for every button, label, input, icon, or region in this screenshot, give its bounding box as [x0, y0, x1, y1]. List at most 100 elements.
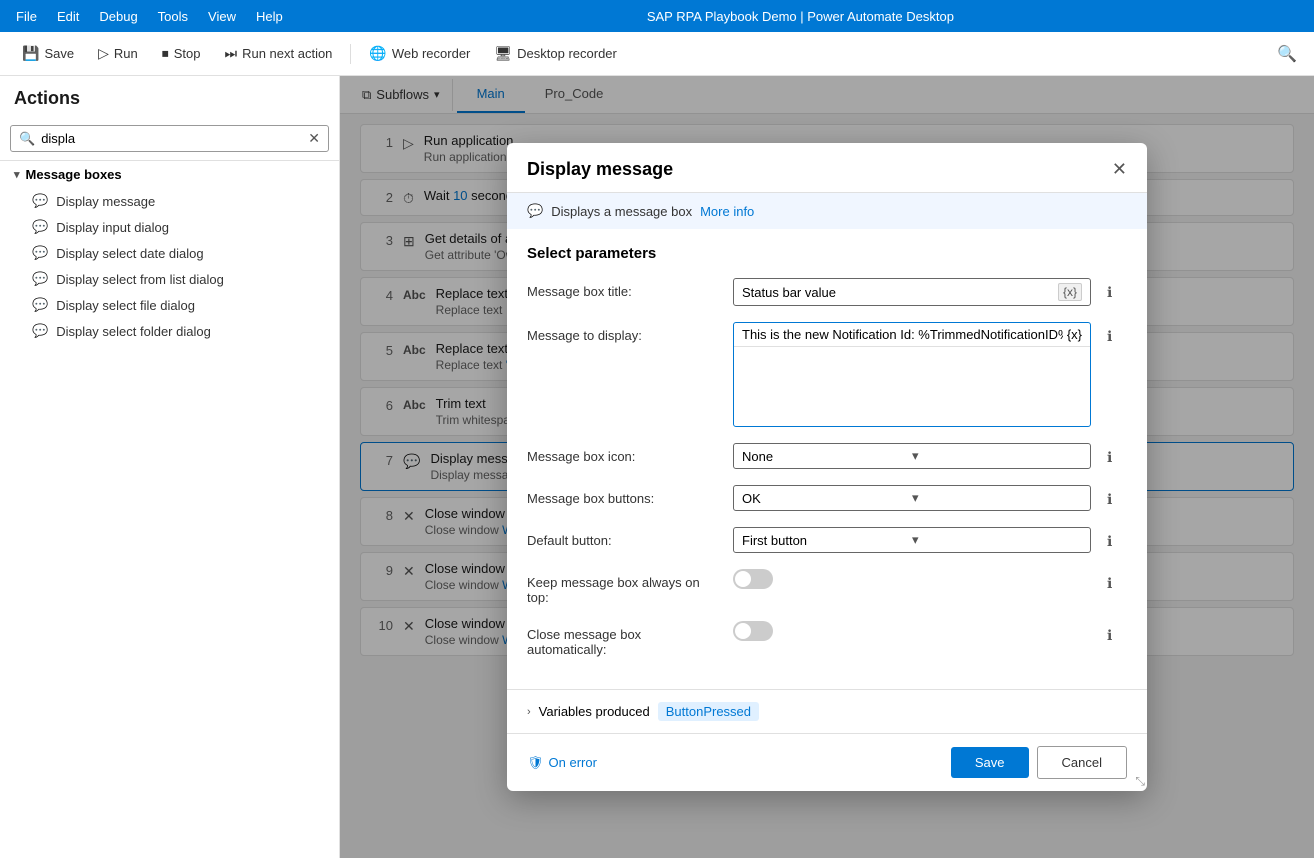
message-box-buttons-select[interactable]: OK ▾ — [733, 485, 1091, 511]
category-header-message-boxes[interactable]: ▾ Message boxes — [0, 161, 339, 188]
desktop-recorder-button[interactable]: 🖥 Desktop recorder — [484, 40, 627, 67]
run-next-button[interactable]: ⏭ Run next action — [214, 40, 342, 67]
chevron-right-icon: › — [527, 706, 531, 718]
info-icon-buttons[interactable]: ℹ — [1107, 485, 1127, 508]
modal-info-bar: 💬 Displays a message box More info — [507, 193, 1147, 229]
close-automatically-control — [733, 621, 1091, 644]
menu-item-tools[interactable]: Tools — [150, 5, 196, 28]
search-prefix-icon: 🔍 — [19, 131, 35, 147]
on-error-button[interactable]: 🛡 On error — [527, 755, 597, 771]
stop-button[interactable]: ⏹ Stop — [152, 40, 211, 67]
action-item-display-input-dialog[interactable]: 💬 Display input dialog — [0, 214, 339, 240]
sidebar: Actions 🔍 ✕ ▾ Message boxes 💬 Display me… — [0, 76, 340, 858]
modal-footer: 🛡 On error Save Cancel — [507, 733, 1147, 791]
search-input-wrap: 🔍 ✕ — [10, 125, 329, 152]
message-textarea-wrap: {x} — [733, 322, 1091, 427]
list-icon: 💬 — [32, 271, 48, 287]
message-box-icon-label: Message box icon: — [527, 443, 717, 464]
save-icon: 💾 — [22, 45, 39, 62]
action-item-display-message[interactable]: 💬 Display message — [0, 188, 339, 214]
run-next-icon: ⏭ — [224, 45, 237, 62]
action-label: Display select from list dialog — [56, 272, 224, 287]
action-item-display-select-file[interactable]: 💬 Display select file dialog — [0, 292, 339, 318]
folder-icon: 💬 — [32, 323, 48, 339]
variables-label: Variables produced — [539, 704, 650, 719]
default-button-value: First button — [742, 533, 912, 548]
run-icon: ▷ — [98, 45, 109, 62]
variable-button-title[interactable]: {x} — [1058, 283, 1082, 301]
param-row-default-btn: Default button: First button ▾ ℹ — [527, 527, 1127, 553]
chevron-down-icon: ▾ — [14, 168, 20, 181]
run-button[interactable]: ▷ Run — [88, 40, 148, 67]
message-box-icon-control: None ▾ — [733, 443, 1091, 469]
cancel-button[interactable]: Cancel — [1037, 746, 1127, 779]
variable-button-message[interactable]: {x} — [1067, 327, 1082, 342]
info-icon-close-auto[interactable]: ℹ — [1107, 621, 1127, 644]
close-automatically-toggle[interactable] — [733, 621, 773, 641]
variables-row: › Variables produced ButtonPressed — [507, 689, 1147, 733]
modal-header: Display message ✕ — [507, 143, 1147, 193]
param-row-icon: Message box icon: None ▾ ℹ — [527, 443, 1127, 469]
message-box-buttons-label: Message box buttons: — [527, 485, 717, 506]
content-area: ⧉ Subflows ▾ Main Pro_Code 1 ▷ Run appli… — [340, 76, 1314, 858]
search-input[interactable] — [41, 131, 302, 146]
main-layout: Actions 🔍 ✕ ▾ Message boxes 💬 Display me… — [0, 76, 1314, 858]
info-icon-default-btn[interactable]: ℹ — [1107, 527, 1127, 550]
more-info-link[interactable]: More info — [700, 204, 754, 219]
message-box-buttons-control: OK ▾ — [733, 485, 1091, 511]
action-item-display-select-list[interactable]: 💬 Display select from list dialog — [0, 266, 339, 292]
web-recorder-button[interactable]: 🌐 Web recorder — [359, 40, 480, 67]
action-label: Display select file dialog — [56, 298, 195, 313]
file-icon: 💬 — [32, 297, 48, 313]
keep-on-top-toggle[interactable] — [733, 569, 773, 589]
resize-handle[interactable]: ⤡ — [1135, 774, 1145, 789]
info-icon-msg-icon[interactable]: ℹ — [1107, 443, 1127, 466]
desktop-recorder-icon: 🖥 — [494, 45, 512, 62]
search-clear-icon[interactable]: ✕ — [308, 130, 320, 147]
menu-item-file[interactable]: File — [8, 5, 45, 28]
sidebar-title: Actions — [0, 76, 339, 117]
param-row-close-auto: Close message box automatically: ℹ — [527, 621, 1127, 657]
action-label: Display select date dialog — [56, 246, 203, 261]
menu-item-view[interactable]: View — [200, 5, 244, 28]
action-item-display-select-date[interactable]: 💬 Display select date dialog — [0, 240, 339, 266]
web-recorder-icon: 🌐 — [369, 45, 386, 62]
message-box-icon-select[interactable]: None ▾ — [733, 443, 1091, 469]
chevron-down-icon: ▾ — [912, 532, 1082, 548]
menu-item-debug[interactable]: Debug — [91, 5, 145, 28]
action-item-display-select-folder[interactable]: 💬 Display select folder dialog — [0, 318, 339, 344]
message-textarea-body — [734, 346, 1090, 426]
info-bubble-icon: 💬 — [527, 203, 543, 219]
action-label: Display message — [56, 194, 155, 209]
default-button-control: First button ▾ — [733, 527, 1091, 553]
info-icon-keep-on-top[interactable]: ℹ — [1107, 569, 1127, 592]
chevron-down-icon: ▾ — [912, 448, 1082, 464]
default-button-label: Default button: — [527, 527, 717, 548]
shield-icon: 🛡 — [527, 755, 544, 771]
info-icon-title[interactable]: ℹ — [1107, 278, 1127, 301]
default-button-select[interactable]: First button ▾ — [733, 527, 1091, 553]
modal-body: Select parameters Message box title: {x}… — [507, 229, 1147, 689]
message-box-buttons-value: OK — [742, 491, 912, 506]
display-message-modal: Display message ✕ 💬 Displays a message b… — [507, 143, 1147, 791]
on-error-label: On error — [549, 755, 597, 770]
message-textarea-input[interactable] — [742, 327, 1063, 342]
message-box-title-input[interactable] — [742, 285, 1058, 300]
menu-item-edit[interactable]: Edit — [49, 5, 87, 28]
dialog-icon: 💬 — [32, 219, 48, 235]
action-label: Display select folder dialog — [56, 324, 211, 339]
modal-close-button[interactable]: ✕ — [1112, 159, 1127, 180]
message-to-display-control: {x} — [733, 322, 1091, 427]
save-button[interactable]: 💾 Save — [12, 40, 84, 67]
modal-info-text: Displays a message box — [551, 204, 692, 219]
menu-item-help[interactable]: Help — [248, 5, 291, 28]
message-box-title-label: Message box title: — [527, 278, 717, 299]
message-to-display-label: Message to display: — [527, 322, 717, 343]
search-icon[interactable]: 🔍 — [1272, 39, 1302, 69]
info-icon-message[interactable]: ℹ — [1107, 322, 1127, 345]
button-pressed-badge[interactable]: ButtonPressed — [658, 702, 759, 721]
param-row-message: Message to display: {x} ℹ — [527, 322, 1127, 427]
select-parameters-title: Select parameters — [527, 245, 1127, 262]
save-button[interactable]: Save — [951, 747, 1029, 778]
stop-icon: ⏹ — [162, 45, 169, 62]
